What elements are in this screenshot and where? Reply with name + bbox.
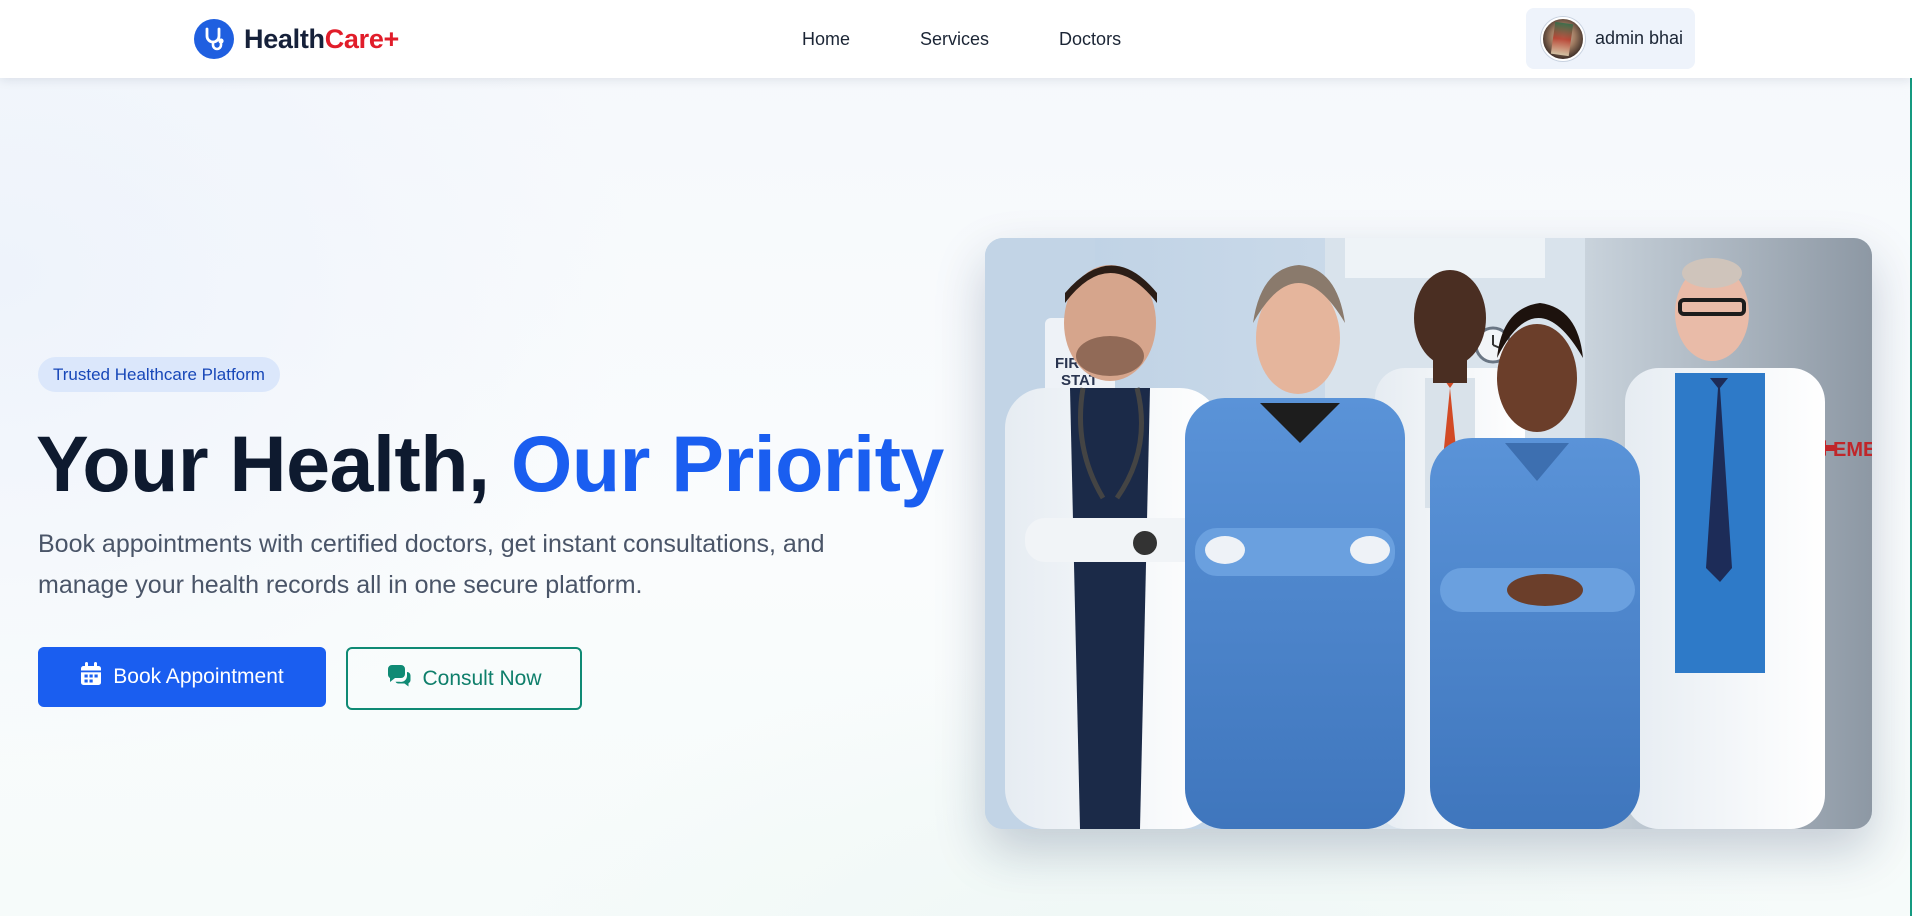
hero-subtext: Book appointments with certified doctors…: [38, 530, 825, 599]
headline-highlight: Our Priority: [510, 419, 944, 508]
nav-link-doctors[interactable]: Doctors: [1059, 29, 1121, 50]
consult-now-button[interactable]: Consult Now: [346, 647, 582, 710]
sign-emergency-text: EMERGE: [1833, 439, 1872, 461]
book-appointment-label: Book Appointment: [113, 665, 284, 688]
chat-bubbles-icon: [386, 664, 412, 693]
trust-badge: Trusted Healthcare Platform: [38, 357, 280, 392]
page: HealthCare+ Home Services Doctors admin …: [0, 0, 1912, 916]
nav-link-home[interactable]: Home: [802, 29, 850, 50]
brand-name: HealthCare+: [244, 24, 399, 55]
consult-now-label: Consult Now: [422, 666, 542, 690]
user-name: admin bhai: [1595, 28, 1684, 48]
brand-name-part1: Health: [244, 23, 325, 54]
calendar-icon: [80, 662, 102, 692]
user-avatar: [1541, 16, 1585, 61]
hero-headline: Your Health, Our Priority: [36, 417, 944, 511]
user-menu-button[interactable]: admin bhai: [1526, 8, 1695, 69]
nav-link-services[interactable]: Services: [920, 29, 989, 50]
top-navbar: HealthCare+ Home Services Doctors admin …: [0, 0, 1912, 78]
hero-doctors-image: FIRST STAT EMERGE: [985, 238, 1872, 829]
stethoscope-icon: [194, 19, 234, 59]
nav-links: Home Services Doctors: [802, 0, 1121, 78]
brand-name-part2: Care+: [324, 23, 400, 54]
brand-logo[interactable]: HealthCare+: [194, 18, 399, 60]
book-appointment-button[interactable]: Book Appointment: [38, 647, 326, 707]
headline-part1: Your Health,: [36, 419, 511, 508]
